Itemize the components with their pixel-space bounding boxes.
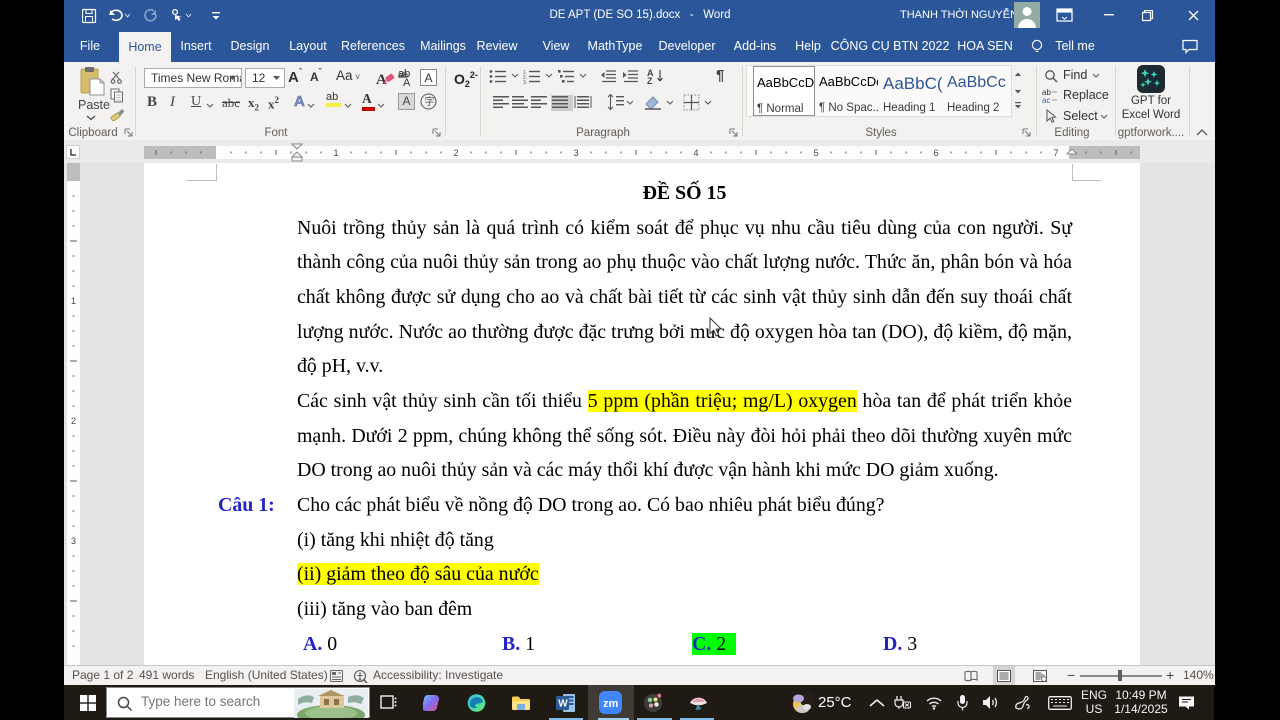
svg-text:2: 2 [453, 148, 458, 158]
svg-text:4: 4 [693, 148, 698, 158]
svg-text:2: 2 [71, 416, 76, 426]
svg-text:3: 3 [71, 536, 76, 546]
svg-text:7: 7 [1053, 148, 1058, 158]
svg-text:6: 6 [933, 148, 938, 158]
svg-text:3.: 3. [523, 80, 527, 84]
svg-text:W: W [558, 699, 568, 710]
svg-text:字: 字 [425, 95, 435, 108]
svg-text:1: 1 [71, 296, 76, 306]
svg-text:ac: ac [1042, 96, 1050, 103]
svg-text:zm: zm [603, 698, 619, 710]
svg-text:Z: Z [647, 76, 653, 84]
svg-text:A: A [376, 72, 387, 86]
svg-text:5: 5 [813, 148, 818, 158]
svg-text:1: 1 [333, 148, 338, 158]
svg-text:A: A [403, 77, 411, 86]
svg-text:3: 3 [573, 148, 578, 158]
